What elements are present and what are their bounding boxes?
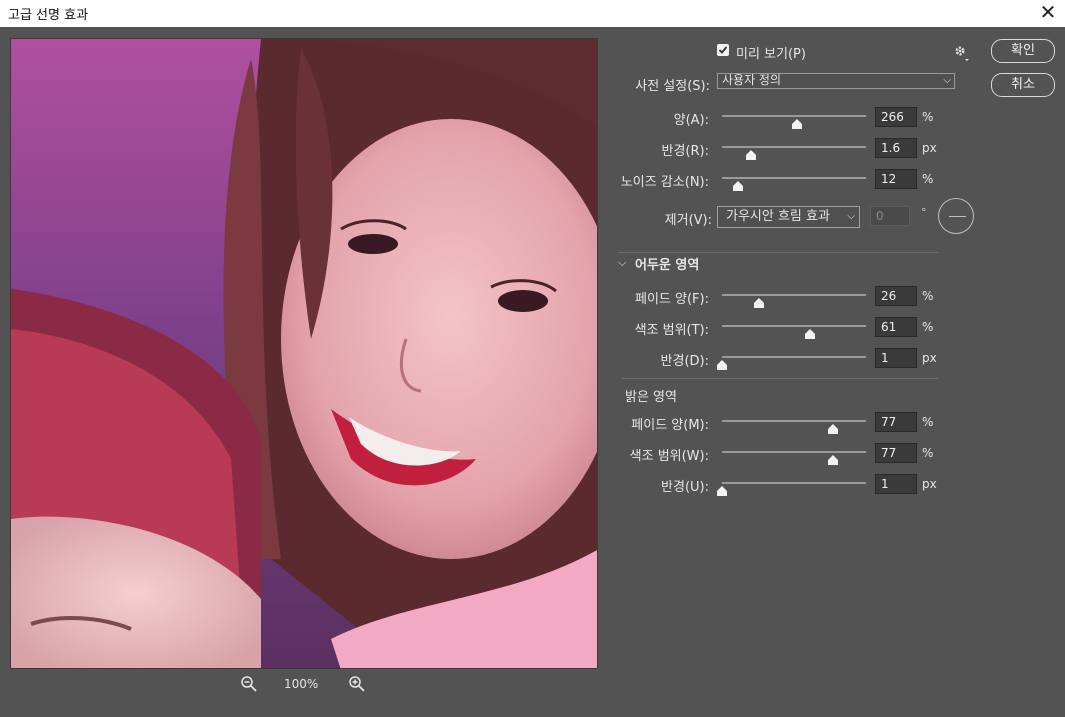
chevron-down-icon: ⌵	[847, 211, 855, 222]
shadow-fade-unit: %	[922, 289, 934, 303]
shadow-tonal-label: 색조 범위(T):	[634, 323, 709, 338]
radius-input[interactable]: 1.6	[875, 138, 917, 158]
preview-image[interactable]	[10, 38, 598, 669]
chevron-down-icon: ⌵	[618, 256, 627, 269]
remove-label: 제거(V):	[664, 213, 712, 228]
preview-photo	[11, 39, 597, 668]
cancel-button[interactable]: 취소	[991, 73, 1055, 97]
highlight-radius-slider-thumb[interactable]	[717, 486, 727, 496]
highlight-tonal-slider[interactable]	[722, 451, 866, 453]
zoom-out-icon[interactable]	[240, 675, 258, 693]
preset-dropdown[interactable]: 사용자 정의 ⌵	[717, 73, 955, 89]
shadow-radius-slider[interactable]	[722, 356, 866, 358]
preset-value: 사용자 정의	[722, 73, 782, 87]
highlight-radius-label: 반경(U):	[661, 480, 709, 495]
noise-unit: %	[922, 172, 934, 186]
amount-slider[interactable]	[722, 115, 866, 117]
ok-button[interactable]: 확인	[991, 39, 1055, 63]
noise-label: 노이즈 감소(N):	[620, 175, 709, 190]
shadow-tonal-slider-thumb[interactable]	[804, 329, 815, 339]
radius-label: 반경(R):	[661, 144, 709, 159]
shadow-tonal-unit: %	[922, 320, 934, 334]
section-divider	[618, 252, 938, 253]
angle-input[interactable]: 0	[870, 206, 910, 226]
highlight-fade-input[interactable]: 77	[875, 412, 917, 432]
highlight-fade-unit: %	[922, 415, 934, 429]
shadow-radius-unit: px	[922, 351, 937, 365]
preset-label: 사전 설정(S):	[635, 79, 710, 94]
remove-value: 가우시안 흐림 효과	[726, 209, 830, 224]
radius-slider-thumb[interactable]	[745, 150, 756, 160]
section-divider	[622, 378, 938, 379]
shadow-radius-input[interactable]: 1	[875, 348, 917, 368]
noise-slider-thumb[interactable]	[732, 181, 743, 191]
shadow-tonal-slider[interactable]	[722, 325, 866, 327]
noise-input[interactable]: 12	[875, 169, 917, 189]
preview-label: 미리 보기(P)	[736, 47, 806, 62]
highlight-radius-input[interactable]: 1	[875, 474, 917, 494]
shadow-tonal-input[interactable]: 61	[875, 317, 917, 337]
highlight-fade-label: 페이드 양(M):	[631, 418, 709, 433]
shadow-radius-slider-thumb[interactable]	[717, 360, 727, 370]
highlight-tonal-label: 색조 범위(W):	[629, 449, 709, 464]
angle-dial[interactable]	[938, 198, 974, 234]
close-icon[interactable]: ✕	[1037, 0, 1059, 24]
title-bar: 고급 선명 효과 ✕	[0, 0, 1065, 27]
window-title: 고급 선명 효과	[8, 8, 89, 23]
highlight-tonal-input[interactable]: 77	[875, 443, 917, 463]
highlight-fade-slider-thumb[interactable]	[827, 424, 838, 434]
zoom-controls: 100%	[240, 674, 370, 694]
angle-dial-needle	[949, 216, 966, 217]
highlight-radius-unit: px	[922, 477, 937, 491]
highlight-radius-slider[interactable]	[722, 482, 866, 484]
shadow-fade-input[interactable]: 26	[875, 286, 917, 306]
amount-label: 양(A):	[673, 113, 709, 128]
shadow-fade-label: 페이드 양(F):	[635, 292, 709, 307]
highlight-tonal-unit: %	[922, 446, 934, 460]
amount-unit: %	[922, 110, 934, 124]
radius-unit: px	[922, 141, 937, 155]
degree-symbol: °	[921, 206, 927, 219]
check-icon[interactable]	[717, 44, 729, 56]
remove-dropdown[interactable]: 가우시안 흐림 효과 ⌵	[717, 206, 860, 228]
shadow-radius-label: 반경(D):	[660, 354, 709, 369]
amount-slider-thumb[interactable]	[791, 119, 802, 129]
radius-slider[interactable]	[722, 146, 866, 148]
amount-input[interactable]: 266	[875, 107, 917, 127]
shadow-fade-slider-thumb[interactable]	[754, 298, 765, 308]
highlights-title: 밝은 영역	[625, 390, 677, 405]
zoom-level: 100%	[284, 677, 319, 691]
chevron-down-icon: ⌵	[943, 75, 951, 86]
gear-icon[interactable]	[953, 44, 971, 62]
shadow-fade-slider[interactable]	[722, 294, 866, 296]
shadows-title: 어두운 영역	[635, 258, 700, 273]
zoom-in-icon[interactable]	[348, 675, 366, 693]
noise-slider[interactable]	[722, 177, 866, 179]
highlight-tonal-slider-thumb[interactable]	[827, 455, 838, 465]
highlight-fade-slider[interactable]	[722, 420, 866, 422]
